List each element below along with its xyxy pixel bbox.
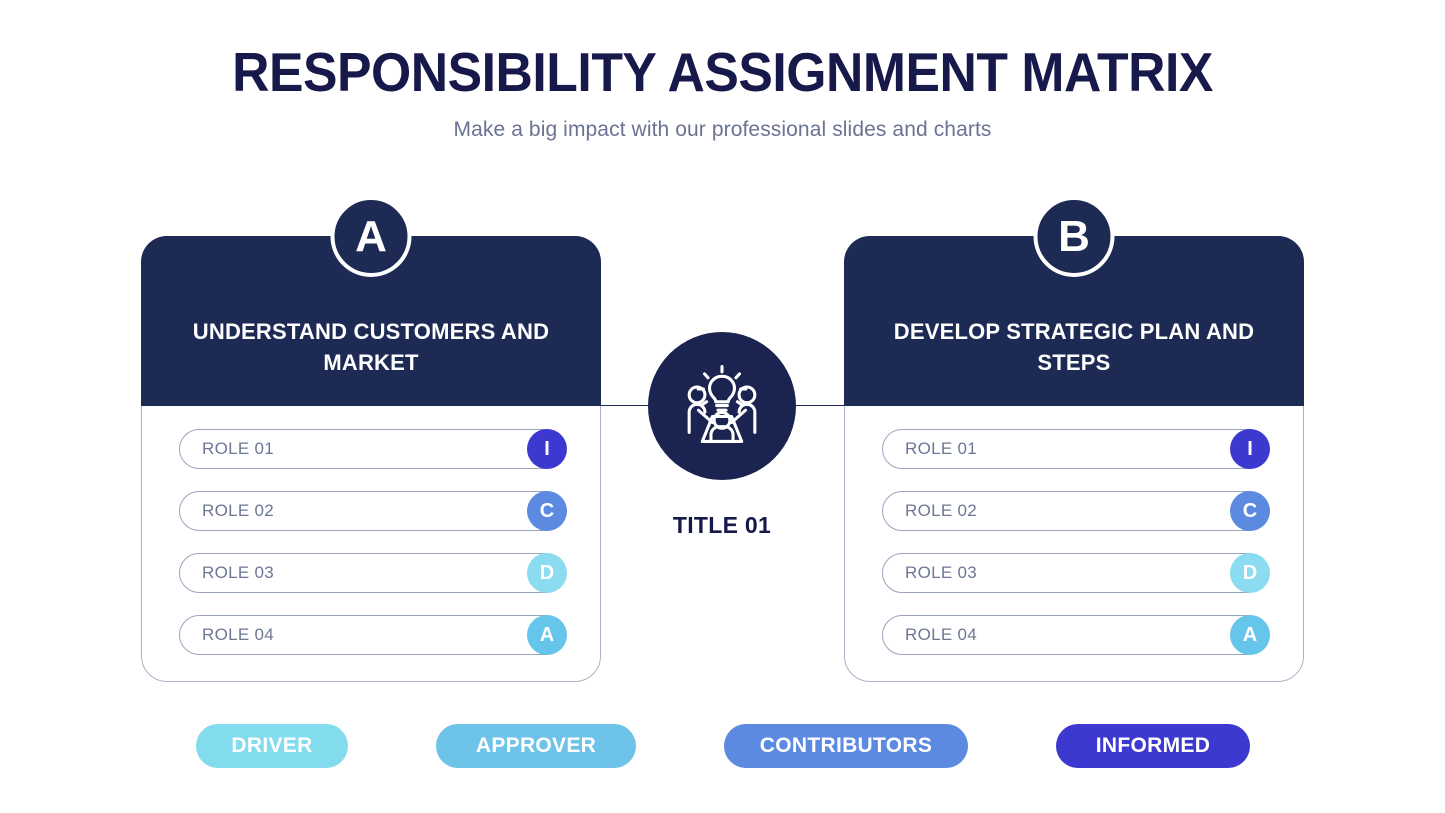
team-brainstorm-icon xyxy=(674,356,770,457)
card-b-letter: B xyxy=(1058,211,1090,261)
role-label: ROLE 04 xyxy=(202,625,275,644)
legend-pill-contributors[interactable]: CONTRIBUTORS xyxy=(724,724,968,768)
status-badge[interactable]: A xyxy=(1230,615,1270,655)
legend-pill-informed[interactable]: INFORMED xyxy=(1056,724,1250,768)
card-a-letter: A xyxy=(355,211,387,261)
card-b-title: DEVELOP STRATEGIC PLAN AND STEPS xyxy=(893,318,1255,375)
table-row[interactable]: ROLE 01 I xyxy=(882,429,1270,469)
status-badge[interactable]: D xyxy=(527,553,567,593)
slide-root: RESPONSIBILITY ASSIGNMENT MATRIX Make a … xyxy=(0,0,1445,813)
page-title: RESPONSIBILITY ASSIGNMENT MATRIX xyxy=(232,41,1213,103)
card-b[interactable]: DEVELOP STRATEGIC PLAN AND STEPS B ROLE … xyxy=(844,196,1304,682)
status-badge[interactable]: A xyxy=(527,615,567,655)
card-b-letter-badge: B xyxy=(1033,196,1115,277)
center-icon-circle xyxy=(648,332,796,480)
status-badge[interactable]: I xyxy=(1230,429,1270,469)
role-label: ROLE 03 xyxy=(905,563,978,582)
slide-header: RESPONSIBILITY ASSIGNMENT MATRIX Make a … xyxy=(0,41,1445,142)
status-badge[interactable]: I xyxy=(527,429,567,469)
page-subtitle: Make a big impact with our professional … xyxy=(453,117,992,141)
table-row[interactable]: ROLE 03 D xyxy=(179,553,567,593)
card-b-role-list: ROLE 01 I ROLE 02 C ROLE 03 D ROLE 04 A xyxy=(882,429,1270,655)
table-row[interactable]: ROLE 04 A xyxy=(882,615,1270,655)
table-row[interactable]: ROLE 01 I xyxy=(179,429,567,469)
legend-pill-driver[interactable]: DRIVER xyxy=(196,724,348,768)
card-a-letter-badge: A xyxy=(330,196,412,277)
role-label: ROLE 02 xyxy=(905,501,978,520)
center-title: TITLE 01 xyxy=(672,512,772,538)
table-row[interactable]: ROLE 03 D xyxy=(882,553,1270,593)
table-row[interactable]: ROLE 02 C xyxy=(179,491,567,531)
role-label: ROLE 01 xyxy=(905,439,978,458)
connector-line-right xyxy=(788,405,848,406)
legend-pill-approver[interactable]: APPROVER xyxy=(436,724,636,768)
role-label: ROLE 03 xyxy=(202,563,275,582)
role-label: ROLE 01 xyxy=(202,439,275,458)
card-a[interactable]: UNDERSTAND CUSTOMERS AND MARKET A ROLE 0… xyxy=(141,196,601,682)
role-label: ROLE 04 xyxy=(905,625,978,644)
status-badge[interactable]: C xyxy=(527,491,567,531)
role-label: ROLE 02 xyxy=(202,501,275,520)
table-row[interactable]: ROLE 04 A xyxy=(179,615,567,655)
table-row[interactable]: ROLE 02 C xyxy=(882,491,1270,531)
card-a-title: UNDERSTAND CUSTOMERS AND MARKET xyxy=(192,318,550,375)
legend: DRIVER APPROVER CONTRIBUTORS INFORMED xyxy=(0,724,1445,768)
status-badge[interactable]: C xyxy=(1230,491,1270,531)
card-a-role-list: ROLE 01 I ROLE 02 C ROLE 03 D ROLE 04 A xyxy=(179,429,567,655)
status-badge[interactable]: D xyxy=(1230,553,1270,593)
